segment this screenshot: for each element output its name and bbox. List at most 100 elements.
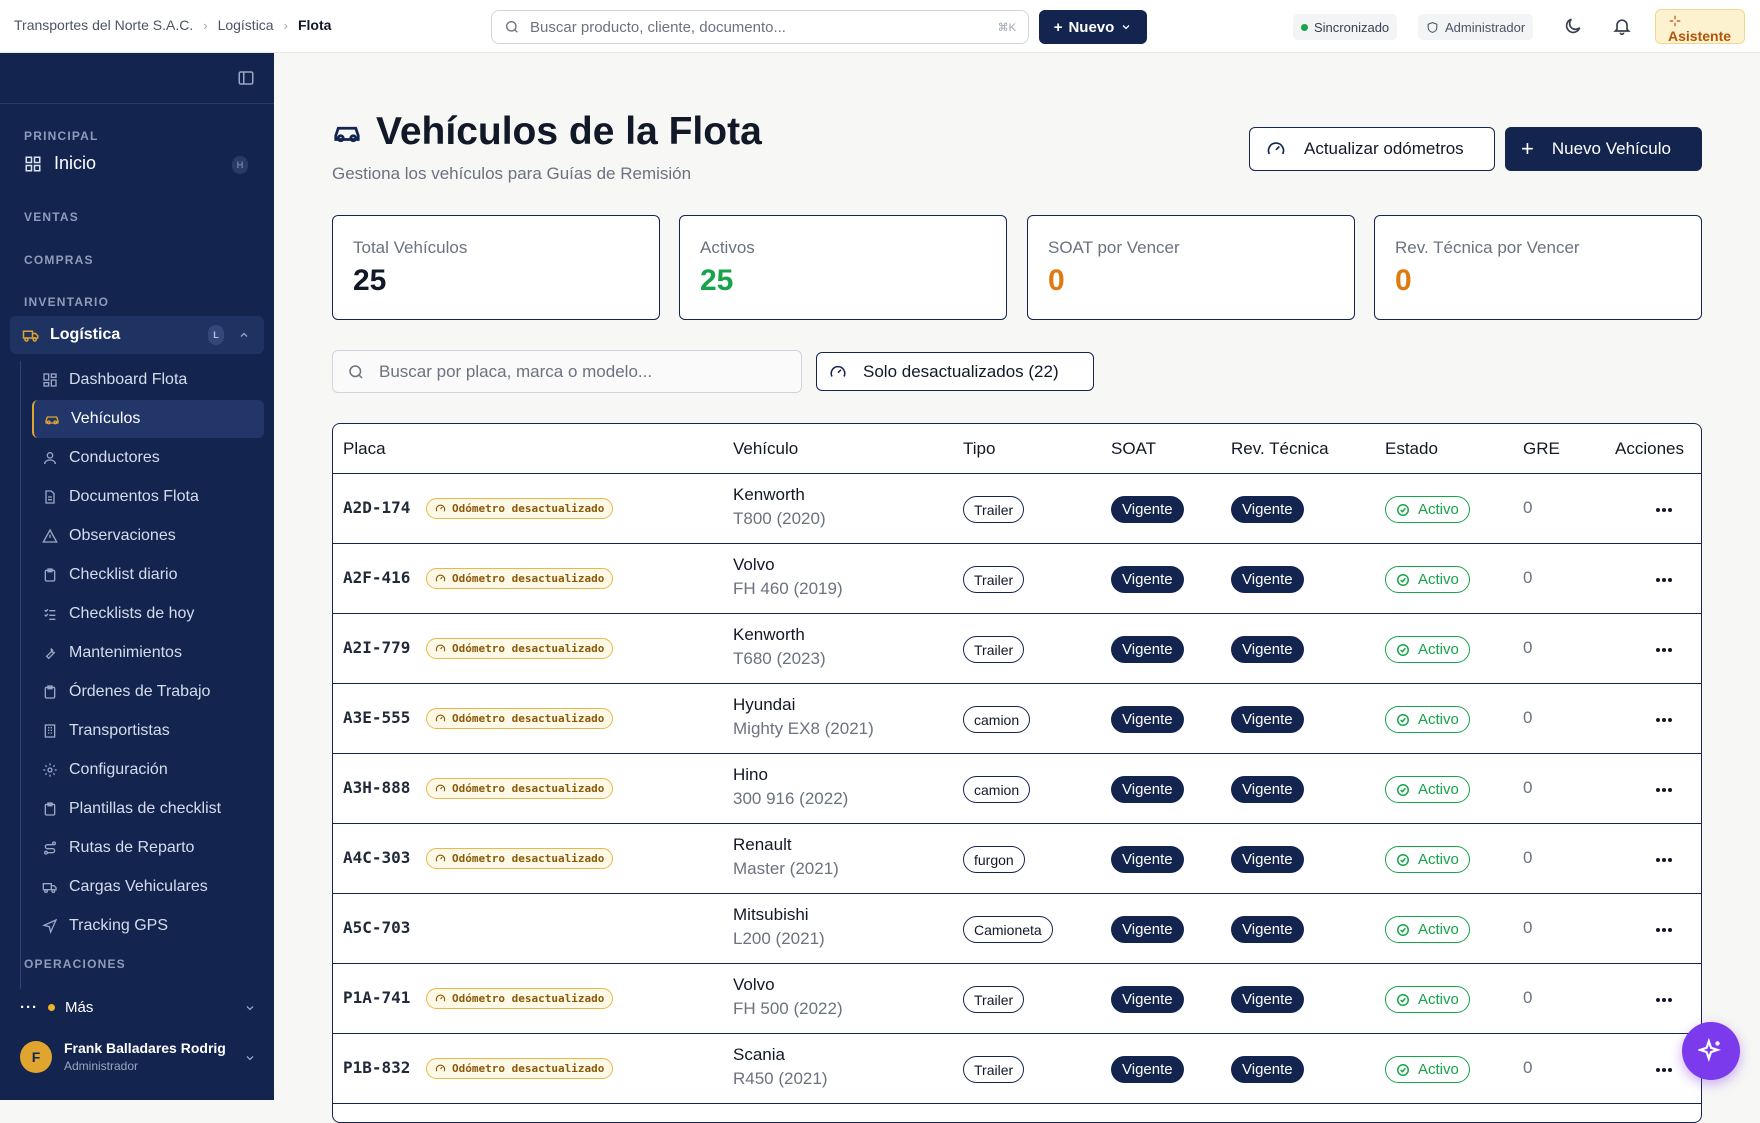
sync-status-badge: Sincronizado xyxy=(1293,14,1398,40)
sidebar-collapse-icon[interactable] xyxy=(237,69,255,87)
column-header[interactable]: Estado xyxy=(1385,439,1438,459)
clipboard-icon xyxy=(42,567,58,583)
table-header: Placa Vehículo Tipo SOAT Rev. Técnica Es… xyxy=(333,424,1701,474)
status-badge: Activo xyxy=(1385,846,1470,873)
check-circle-icon xyxy=(1396,783,1410,797)
user-menu[interactable]: F Frank Balladares Rodriguez Administrad… xyxy=(20,1040,256,1073)
row-actions-button[interactable] xyxy=(1649,706,1679,733)
odometer-badge-label: Odómetro desactualizado xyxy=(452,572,605,585)
moon-icon[interactable] xyxy=(1563,16,1583,36)
vehicle-search-input[interactable]: Buscar por placa, marca o modelo... xyxy=(332,350,802,393)
row-actions-button[interactable] xyxy=(1649,636,1679,663)
row-actions-button[interactable] xyxy=(1649,776,1679,803)
sidebar-item-dashboard-flota[interactable]: Dashboard Flota xyxy=(32,361,264,399)
sidebar-item-checklists-de-hoy[interactable]: Checklists de hoy xyxy=(32,595,264,633)
column-header[interactable]: Rev. Técnica xyxy=(1231,439,1329,459)
sidebar-item-configuracion[interactable]: Configuración xyxy=(32,751,264,789)
sidebar-item-logistica[interactable]: Logística L xyxy=(10,316,264,354)
more-button[interactable]: ··· Más xyxy=(20,999,256,1016)
clipboard-icon xyxy=(42,684,58,700)
table-row[interactable]: P1A-741 Odómetro desactualizado Volvo FH 50… xyxy=(333,964,1701,1034)
sidebar-item-checklist-diario[interactable]: Checklist diario xyxy=(32,556,264,594)
sidebar-item-mantenimientos[interactable]: Mantenimientos xyxy=(32,634,264,672)
table-row[interactable]: A3E-555 Odómetro desactualizado Hyundai Mig… xyxy=(333,684,1701,754)
table-row[interactable]: A5C-703 Mitsubishi L200 (2021) Camioneta Vig… xyxy=(333,894,1701,964)
row-actions-button[interactable] xyxy=(1649,916,1679,943)
table-row[interactable]: A4C-303 Odómetro desactualizado Renault Mas… xyxy=(333,824,1701,894)
clipboard-icon xyxy=(42,801,58,817)
sidebar-item-plantillas-de-checklist[interactable]: Plantillas de checklist xyxy=(32,790,264,828)
breadcrumb-logistica[interactable]: Logística xyxy=(218,17,274,33)
column-header[interactable]: GRE xyxy=(1523,439,1560,459)
status-label: Activo xyxy=(1418,571,1459,588)
gre-count: 0 xyxy=(1523,848,1533,867)
row-actions-button[interactable] xyxy=(1649,846,1679,873)
sidebar-item-label: Checklist diario xyxy=(69,566,178,583)
table-row[interactable]: A3H-888 Odómetro desactualizado Hino 300 91… xyxy=(333,754,1701,824)
ai-assistant-fab[interactable] xyxy=(1682,1022,1740,1080)
column-header[interactable]: Placa xyxy=(343,439,386,459)
plate-cell: A2F-416 xyxy=(343,568,411,587)
vehicle-brand: Kenworth xyxy=(733,485,805,504)
global-search-input[interactable]: Buscar producto, cliente, documento... ⌘… xyxy=(491,10,1029,44)
new-vehicle-button[interactable]: + Nuevo Vehículo xyxy=(1505,127,1702,171)
stat-card-soat: SOAT por Vencer 0 xyxy=(1027,215,1355,320)
status-badge: Activo xyxy=(1385,566,1470,593)
wrench-icon xyxy=(42,645,58,661)
column-header[interactable]: SOAT xyxy=(1111,439,1156,459)
more-horizontal-icon xyxy=(1655,787,1673,793)
table-row[interactable]: A2I-779 Odómetro desactualizado Kenworth T6… xyxy=(333,614,1701,684)
row-actions-button[interactable] xyxy=(1649,1056,1679,1083)
row-actions-button[interactable] xyxy=(1649,496,1679,523)
status-badge: Activo xyxy=(1385,496,1470,523)
row-actions-button[interactable] xyxy=(1649,986,1679,1013)
vehicle-model: 300 916 (2022) xyxy=(733,789,849,808)
bell-icon[interactable] xyxy=(1612,16,1632,36)
gauge-icon xyxy=(435,993,446,1004)
section-operaciones[interactable]: OPERACIONES xyxy=(24,957,126,971)
sidebar-item-documentos-flota[interactable]: Documentos Flota xyxy=(32,478,264,516)
sidebar-item-transportistas[interactable]: Transportistas xyxy=(32,712,264,750)
sidebar-item-observaciones[interactable]: Observaciones xyxy=(32,517,264,555)
table-row[interactable]: A2D-174 Odómetro desactualizado Kenworth T8… xyxy=(333,474,1701,544)
sidebar-item-rutas-de-reparto[interactable]: Rutas de Reparto xyxy=(32,829,264,867)
breadcrumb-company[interactable]: Transportes del Norte S.A.C. xyxy=(14,17,193,33)
type-badge: camion xyxy=(963,776,1031,803)
more-horizontal-icon xyxy=(1655,717,1673,723)
section-inventario[interactable]: INVENTARIO xyxy=(24,295,109,309)
gre-count: 0 xyxy=(1523,918,1533,937)
section-ventas[interactable]: VENTAS xyxy=(24,210,79,224)
status-badge: Activo xyxy=(1385,776,1470,803)
sidebar-item-vehiculos[interactable]: Vehículos xyxy=(32,400,264,438)
table-row[interactable]: A2F-416 Odómetro desactualizado Volvo FH 46… xyxy=(333,544,1701,614)
soat-badge: Vigente xyxy=(1111,776,1184,803)
sidebar-item-cargas-vehiculares[interactable]: Cargas Vehiculares xyxy=(32,868,264,906)
row-actions-button[interactable] xyxy=(1649,566,1679,593)
outdated-filter-button[interactable]: Solo desactualizados (22) xyxy=(816,352,1094,391)
section-compras[interactable]: COMPRAS xyxy=(24,253,94,267)
sidebar-item-ordenes-de-trabajo[interactable]: Órdenes de Trabajo xyxy=(32,673,264,711)
stat-label: Rev. Técnica por Vencer xyxy=(1395,238,1580,257)
soat-badge: Vigente xyxy=(1111,496,1184,523)
assistant-button[interactable]: Asistente xyxy=(1655,9,1745,44)
vehicle-model: Master (2021) xyxy=(733,859,839,878)
table-row[interactable]: P1B-832 Odómetro desactualizado Scania R450… xyxy=(333,1034,1701,1104)
user-name: Frank Balladares Rodriguez xyxy=(64,1040,226,1056)
chevron-down-icon xyxy=(1120,21,1132,33)
sidebar-item-inicio[interactable]: Inicio H xyxy=(24,153,248,174)
update-odometers-button[interactable]: Actualizar odómetros xyxy=(1249,127,1495,171)
more-horizontal-icon xyxy=(1655,997,1673,1003)
odometer-badge-label: Odómetro desactualizado xyxy=(452,992,605,1005)
building-icon xyxy=(42,723,58,739)
revision-badge: Vigente xyxy=(1231,706,1304,733)
column-header[interactable]: Tipo xyxy=(963,439,995,459)
sidebar-item-tracking-gps[interactable]: Tracking GPS xyxy=(32,907,264,945)
role-badge: Administrador xyxy=(1418,14,1534,40)
new-button[interactable]: + Nuevo xyxy=(1039,10,1147,44)
notification-dot xyxy=(48,1004,55,1011)
gre-count: 0 xyxy=(1523,638,1533,657)
column-header[interactable]: Vehículo xyxy=(733,439,798,459)
sidebar-item-label: Documentos Flota xyxy=(69,488,199,505)
sidebar-item-label: Checklists de hoy xyxy=(69,605,195,622)
sidebar-item-conductores[interactable]: Conductores xyxy=(32,439,264,477)
